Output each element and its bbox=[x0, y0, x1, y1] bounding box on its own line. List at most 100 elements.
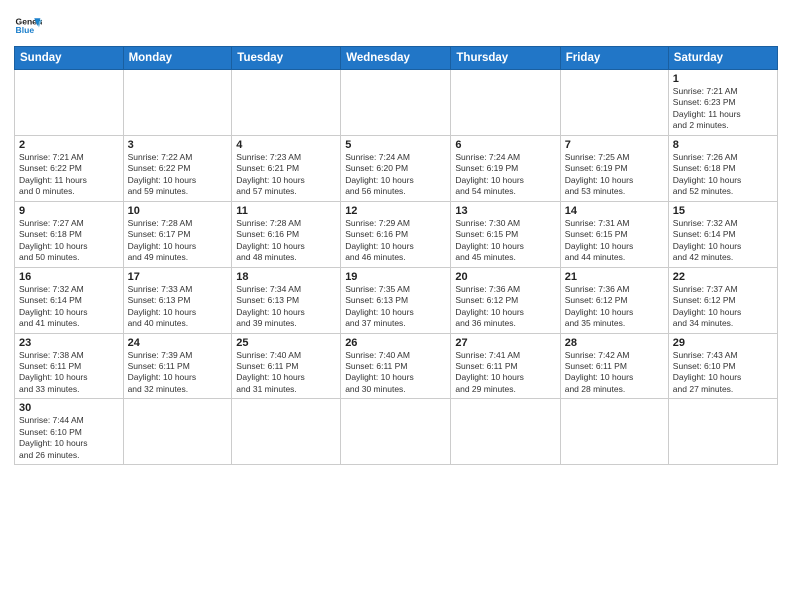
day-cell: 2Sunrise: 7:21 AM Sunset: 6:22 PM Daylig… bbox=[15, 135, 124, 201]
day-info: Sunrise: 7:38 AM Sunset: 6:11 PM Dayligh… bbox=[19, 350, 119, 396]
day-info: Sunrise: 7:26 AM Sunset: 6:18 PM Dayligh… bbox=[673, 152, 773, 198]
header: General Blue bbox=[14, 12, 778, 40]
calendar-body: 1Sunrise: 7:21 AM Sunset: 6:23 PM Daylig… bbox=[15, 70, 778, 465]
day-cell: 4Sunrise: 7:23 AM Sunset: 6:21 PM Daylig… bbox=[232, 135, 341, 201]
day-number: 9 bbox=[19, 205, 119, 217]
day-cell: 17Sunrise: 7:33 AM Sunset: 6:13 PM Dayli… bbox=[123, 267, 232, 333]
day-cell: 27Sunrise: 7:41 AM Sunset: 6:11 PM Dayli… bbox=[451, 333, 560, 399]
day-info: Sunrise: 7:39 AM Sunset: 6:11 PM Dayligh… bbox=[128, 350, 228, 396]
day-info: Sunrise: 7:40 AM Sunset: 6:11 PM Dayligh… bbox=[345, 350, 446, 396]
day-cell: 18Sunrise: 7:34 AM Sunset: 6:13 PM Dayli… bbox=[232, 267, 341, 333]
day-cell bbox=[341, 70, 451, 136]
week-row-5: 30Sunrise: 7:44 AM Sunset: 6:10 PM Dayli… bbox=[15, 399, 778, 465]
col-header-monday: Monday bbox=[123, 47, 232, 70]
day-cell: 9Sunrise: 7:27 AM Sunset: 6:18 PM Daylig… bbox=[15, 201, 124, 267]
day-cell bbox=[668, 399, 777, 465]
day-cell: 23Sunrise: 7:38 AM Sunset: 6:11 PM Dayli… bbox=[15, 333, 124, 399]
col-header-wednesday: Wednesday bbox=[341, 47, 451, 70]
logo-icon: General Blue bbox=[14, 12, 42, 40]
day-cell bbox=[451, 399, 560, 465]
calendar-header: SundayMondayTuesdayWednesdayThursdayFrid… bbox=[15, 47, 778, 70]
day-cell bbox=[15, 70, 124, 136]
day-number: 19 bbox=[345, 271, 446, 283]
day-info: Sunrise: 7:32 AM Sunset: 6:14 PM Dayligh… bbox=[19, 284, 119, 330]
week-row-1: 2Sunrise: 7:21 AM Sunset: 6:22 PM Daylig… bbox=[15, 135, 778, 201]
day-number: 15 bbox=[673, 205, 773, 217]
day-number: 29 bbox=[673, 337, 773, 349]
day-number: 4 bbox=[236, 139, 336, 151]
day-info: Sunrise: 7:28 AM Sunset: 6:17 PM Dayligh… bbox=[128, 218, 228, 264]
day-cell: 13Sunrise: 7:30 AM Sunset: 6:15 PM Dayli… bbox=[451, 201, 560, 267]
day-info: Sunrise: 7:27 AM Sunset: 6:18 PM Dayligh… bbox=[19, 218, 119, 264]
day-number: 13 bbox=[455, 205, 555, 217]
day-cell: 10Sunrise: 7:28 AM Sunset: 6:17 PM Dayli… bbox=[123, 201, 232, 267]
day-cell bbox=[123, 399, 232, 465]
day-cell: 22Sunrise: 7:37 AM Sunset: 6:12 PM Dayli… bbox=[668, 267, 777, 333]
day-cell: 8Sunrise: 7:26 AM Sunset: 6:18 PM Daylig… bbox=[668, 135, 777, 201]
day-info: Sunrise: 7:44 AM Sunset: 6:10 PM Dayligh… bbox=[19, 415, 119, 461]
day-number: 24 bbox=[128, 337, 228, 349]
day-cell: 20Sunrise: 7:36 AM Sunset: 6:12 PM Dayli… bbox=[451, 267, 560, 333]
col-header-friday: Friday bbox=[560, 47, 668, 70]
day-number: 22 bbox=[673, 271, 773, 283]
day-cell bbox=[560, 399, 668, 465]
day-number: 16 bbox=[19, 271, 119, 283]
header-row: SundayMondayTuesdayWednesdayThursdayFrid… bbox=[15, 47, 778, 70]
day-number: 2 bbox=[19, 139, 119, 151]
day-number: 11 bbox=[236, 205, 336, 217]
day-cell bbox=[232, 399, 341, 465]
day-cell: 16Sunrise: 7:32 AM Sunset: 6:14 PM Dayli… bbox=[15, 267, 124, 333]
day-cell: 5Sunrise: 7:24 AM Sunset: 6:20 PM Daylig… bbox=[341, 135, 451, 201]
day-info: Sunrise: 7:28 AM Sunset: 6:16 PM Dayligh… bbox=[236, 218, 336, 264]
page: General Blue SundayMondayTuesdayWednesda… bbox=[0, 0, 792, 612]
day-number: 25 bbox=[236, 337, 336, 349]
day-info: Sunrise: 7:40 AM Sunset: 6:11 PM Dayligh… bbox=[236, 350, 336, 396]
day-info: Sunrise: 7:24 AM Sunset: 6:20 PM Dayligh… bbox=[345, 152, 446, 198]
col-header-sunday: Sunday bbox=[15, 47, 124, 70]
day-cell bbox=[341, 399, 451, 465]
day-cell: 29Sunrise: 7:43 AM Sunset: 6:10 PM Dayli… bbox=[668, 333, 777, 399]
day-info: Sunrise: 7:30 AM Sunset: 6:15 PM Dayligh… bbox=[455, 218, 555, 264]
day-number: 27 bbox=[455, 337, 555, 349]
day-cell: 6Sunrise: 7:24 AM Sunset: 6:19 PM Daylig… bbox=[451, 135, 560, 201]
day-info: Sunrise: 7:33 AM Sunset: 6:13 PM Dayligh… bbox=[128, 284, 228, 330]
day-cell: 14Sunrise: 7:31 AM Sunset: 6:15 PM Dayli… bbox=[560, 201, 668, 267]
day-cell bbox=[123, 70, 232, 136]
week-row-4: 23Sunrise: 7:38 AM Sunset: 6:11 PM Dayli… bbox=[15, 333, 778, 399]
day-info: Sunrise: 7:21 AM Sunset: 6:22 PM Dayligh… bbox=[19, 152, 119, 198]
day-info: Sunrise: 7:34 AM Sunset: 6:13 PM Dayligh… bbox=[236, 284, 336, 330]
day-info: Sunrise: 7:22 AM Sunset: 6:22 PM Dayligh… bbox=[128, 152, 228, 198]
day-info: Sunrise: 7:29 AM Sunset: 6:16 PM Dayligh… bbox=[345, 218, 446, 264]
day-number: 7 bbox=[565, 139, 664, 151]
day-info: Sunrise: 7:31 AM Sunset: 6:15 PM Dayligh… bbox=[565, 218, 664, 264]
day-number: 17 bbox=[128, 271, 228, 283]
day-info: Sunrise: 7:35 AM Sunset: 6:13 PM Dayligh… bbox=[345, 284, 446, 330]
col-header-tuesday: Tuesday bbox=[232, 47, 341, 70]
svg-text:Blue: Blue bbox=[16, 25, 35, 35]
day-number: 3 bbox=[128, 139, 228, 151]
day-number: 1 bbox=[673, 73, 773, 85]
day-cell: 7Sunrise: 7:25 AM Sunset: 6:19 PM Daylig… bbox=[560, 135, 668, 201]
day-info: Sunrise: 7:21 AM Sunset: 6:23 PM Dayligh… bbox=[673, 86, 773, 132]
day-number: 5 bbox=[345, 139, 446, 151]
day-cell: 26Sunrise: 7:40 AM Sunset: 6:11 PM Dayli… bbox=[341, 333, 451, 399]
day-info: Sunrise: 7:23 AM Sunset: 6:21 PM Dayligh… bbox=[236, 152, 336, 198]
day-cell: 19Sunrise: 7:35 AM Sunset: 6:13 PM Dayli… bbox=[341, 267, 451, 333]
day-number: 20 bbox=[455, 271, 555, 283]
day-number: 28 bbox=[565, 337, 664, 349]
week-row-2: 9Sunrise: 7:27 AM Sunset: 6:18 PM Daylig… bbox=[15, 201, 778, 267]
col-header-saturday: Saturday bbox=[668, 47, 777, 70]
day-cell: 3Sunrise: 7:22 AM Sunset: 6:22 PM Daylig… bbox=[123, 135, 232, 201]
day-number: 6 bbox=[455, 139, 555, 151]
day-number: 12 bbox=[345, 205, 446, 217]
day-number: 21 bbox=[565, 271, 664, 283]
day-cell bbox=[560, 70, 668, 136]
calendar: SundayMondayTuesdayWednesdayThursdayFrid… bbox=[14, 46, 778, 465]
day-cell bbox=[232, 70, 341, 136]
day-number: 26 bbox=[345, 337, 446, 349]
day-cell: 12Sunrise: 7:29 AM Sunset: 6:16 PM Dayli… bbox=[341, 201, 451, 267]
day-number: 8 bbox=[673, 139, 773, 151]
col-header-thursday: Thursday bbox=[451, 47, 560, 70]
week-row-3: 16Sunrise: 7:32 AM Sunset: 6:14 PM Dayli… bbox=[15, 267, 778, 333]
day-info: Sunrise: 7:43 AM Sunset: 6:10 PM Dayligh… bbox=[673, 350, 773, 396]
